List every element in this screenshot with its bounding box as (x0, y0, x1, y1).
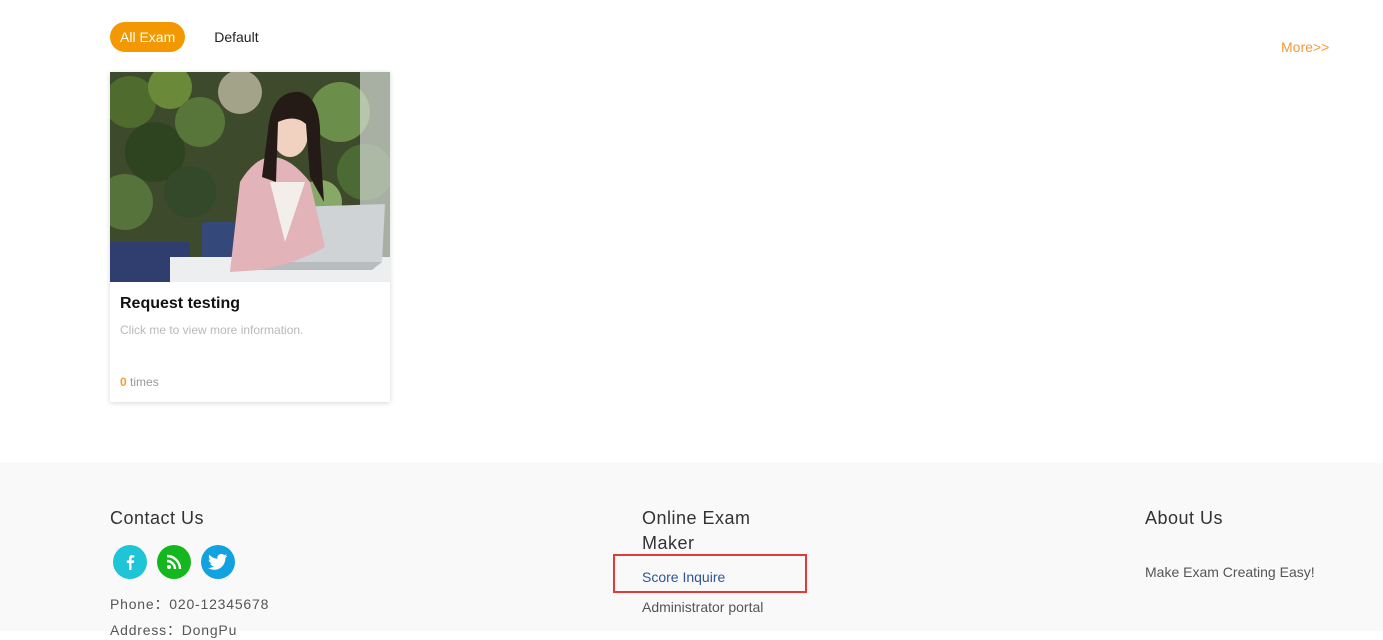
twitter-icon[interactable] (201, 545, 235, 579)
contact-us-heading: Contact Us (110, 508, 205, 528)
all-exam-tab[interactable]: All Exam (110, 22, 186, 52)
online-exam-maker-heading-line1: Online Exam (642, 508, 751, 528)
exam-card-title: Request testing (120, 295, 241, 312)
about-us-tagline: Make Exam Creating Easy! (1145, 564, 1315, 580)
exam-card-photo (110, 72, 390, 282)
rss-icon[interactable] (157, 545, 191, 579)
attempts-suffix: times (126, 375, 159, 389)
contact-phone: Phone：020-12345678 (110, 596, 270, 612)
score-inquire-link[interactable]: Score Inquire (642, 569, 725, 585)
attempts-count: 0 (120, 375, 127, 389)
exam-card[interactable]: Request testing Click me to view more in… (110, 72, 390, 402)
default-tab[interactable]: Default (214, 29, 258, 45)
contact-address: Address：DongPu (110, 622, 238, 638)
online-exam-maker-heading-line2: Maker (642, 533, 695, 553)
about-us-heading: About Us (1145, 508, 1224, 528)
more-link[interactable]: More>> (1281, 39, 1329, 55)
exam-filter-tabs: All Exam Default (110, 22, 259, 52)
social-links (113, 545, 245, 579)
exam-card-attempts: 0 times (120, 375, 159, 389)
exam-card-description: Click me to view more information. (120, 323, 304, 337)
administrator-portal-link[interactable]: Administrator portal (642, 599, 763, 615)
facebook-icon[interactable] (113, 545, 147, 579)
